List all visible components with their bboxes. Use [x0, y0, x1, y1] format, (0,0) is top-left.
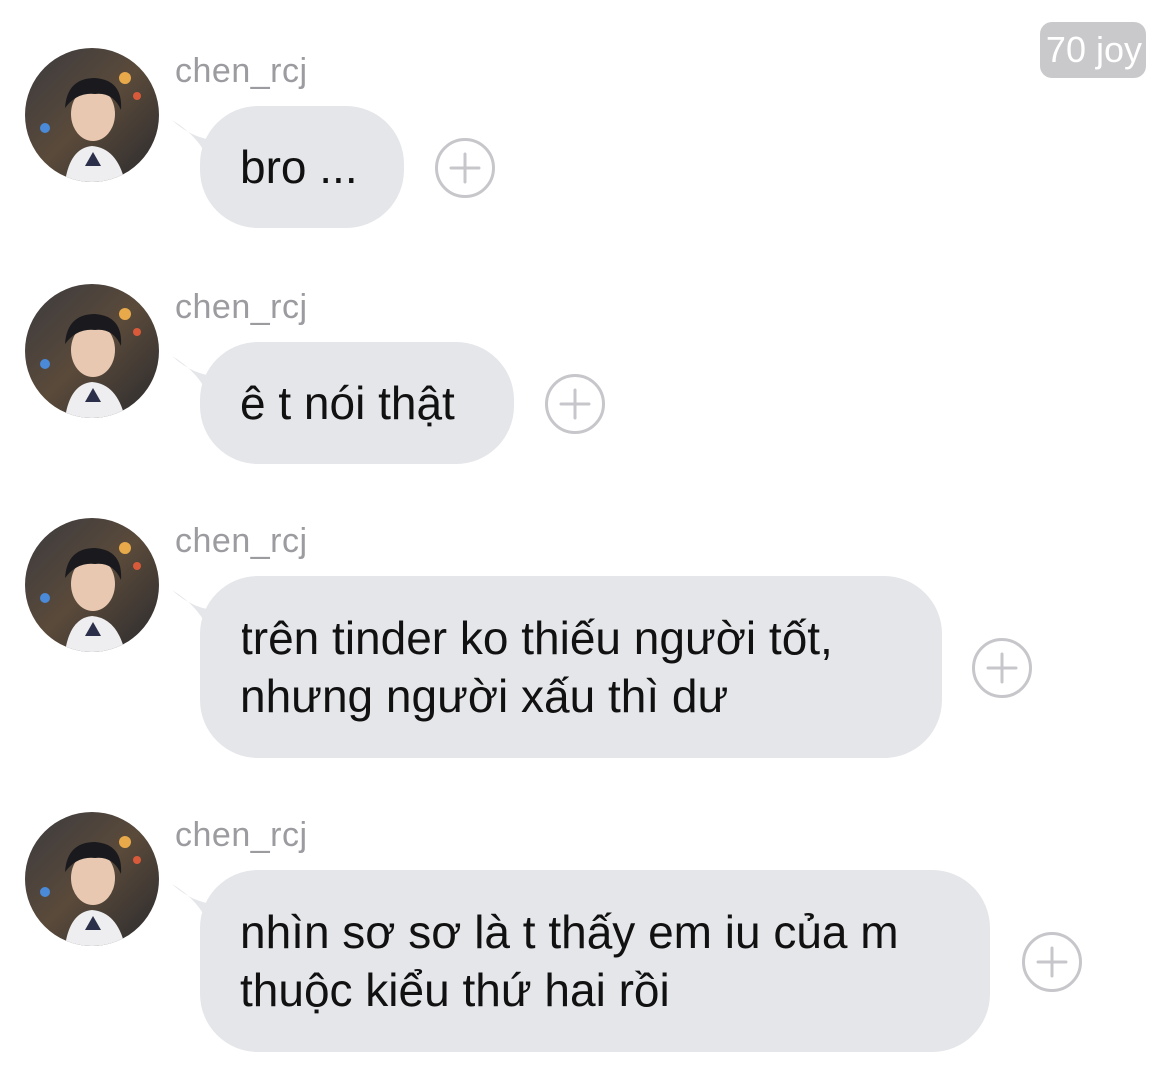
- sender-username: chen_rcj: [175, 288, 308, 326]
- add-reaction-plus-icon[interactable]: [972, 638, 1032, 698]
- message-text: ê t nói thật: [240, 377, 455, 429]
- avatar[interactable]: [25, 812, 159, 946]
- add-reaction-plus-icon[interactable]: [435, 138, 495, 198]
- avatar[interactable]: [25, 284, 159, 418]
- message-text-line: nhưng người xấu thì dư: [240, 670, 729, 722]
- add-reaction-plus-icon[interactable]: [1022, 932, 1082, 992]
- bubble-tail: [172, 590, 242, 638]
- message-text-line: nhìn sơ sơ là t thấy em iu của m: [240, 906, 899, 958]
- avatar[interactable]: [25, 518, 159, 652]
- sender-username: chen_rcj: [175, 52, 308, 90]
- bubble-tail: [172, 884, 242, 932]
- message-bubble[interactable]: nhìn sơ sơ là t thấy em iu của m thuộc k…: [172, 870, 990, 1052]
- add-reaction-plus-icon[interactable]: [545, 374, 605, 434]
- avatar[interactable]: [25, 48, 159, 182]
- bubble-tail: [172, 120, 242, 168]
- bubble-tail: [172, 356, 242, 404]
- sender-username: chen_rcj: [175, 816, 308, 854]
- joy-count-badge: 70 joy: [1039, 22, 1146, 78]
- message-text-line: thuộc kiểu thứ hai rồi: [240, 964, 670, 1016]
- sender-username: chen_rcj: [175, 522, 308, 560]
- message-bubble[interactable]: ê t nói thật: [172, 342, 514, 464]
- message-text-line: trên tinder ko thiếu người tốt,: [240, 612, 833, 664]
- message-bubble[interactable]: bro ...: [172, 106, 404, 228]
- message-text: bro ...: [240, 141, 358, 193]
- message-bubble[interactable]: trên tinder ko thiếu người tốt, nhưng ng…: [172, 576, 942, 758]
